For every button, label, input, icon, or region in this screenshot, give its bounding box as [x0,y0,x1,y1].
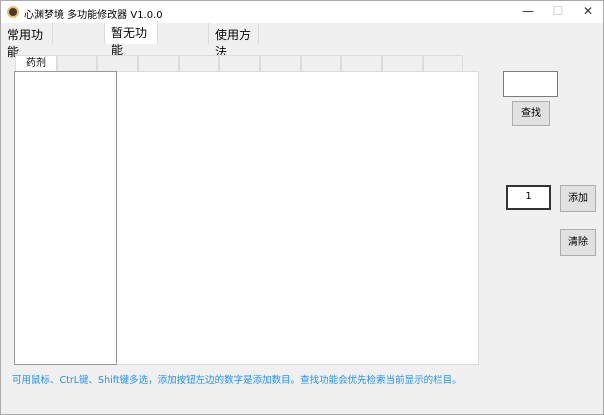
tab-empty-2[interactable] [158,23,209,44]
close-button[interactable]: ✕ [573,4,603,18]
tab-empty[interactable] [57,55,97,71]
add-button[interactable]: 添加 [560,185,596,212]
tab-empty-1[interactable] [53,23,105,44]
tab-potions[interactable]: 药剂 [15,55,57,71]
quantity-input[interactable]: 1 [506,185,551,210]
search-button[interactable]: 查找 [512,101,550,126]
main-tabs: 常用功能 暂无功能 使用方法 [1,21,603,59]
tab-usage[interactable]: 使用方法 [209,23,259,59]
maximize-button[interactable]: ☐ [543,4,573,18]
tab-empty[interactable] [423,55,463,71]
item-list[interactable] [14,71,117,365]
window-title: 心渊梦境 多功能修改器 V1.0.0 [24,10,163,21]
tab-empty[interactable] [260,55,301,71]
tab-empty[interactable] [179,55,219,71]
tab-empty[interactable] [382,55,423,71]
usage-hint: 可用鼠标、CtrL键、Shift键多选，添加按钮左边的数字是添加数目。查找功能会… [12,375,462,386]
tab-empty[interactable] [138,55,179,71]
title-bar: 心渊梦境 多功能修改器 V1.0.0 — ☐ ✕ [1,1,603,23]
tab-empty[interactable] [97,55,138,71]
tab-no-functions[interactable]: 暂无功能 [105,21,158,57]
tab-common-functions[interactable]: 常用功能 [1,23,53,59]
minimize-button[interactable]: — [513,4,543,18]
tab-empty[interactable] [341,55,382,71]
tab-empty[interactable] [301,55,341,71]
app-icon [7,6,19,18]
search-input[interactable] [503,71,558,97]
tab-empty[interactable] [219,55,260,71]
clear-button[interactable]: 清除 [560,229,596,256]
